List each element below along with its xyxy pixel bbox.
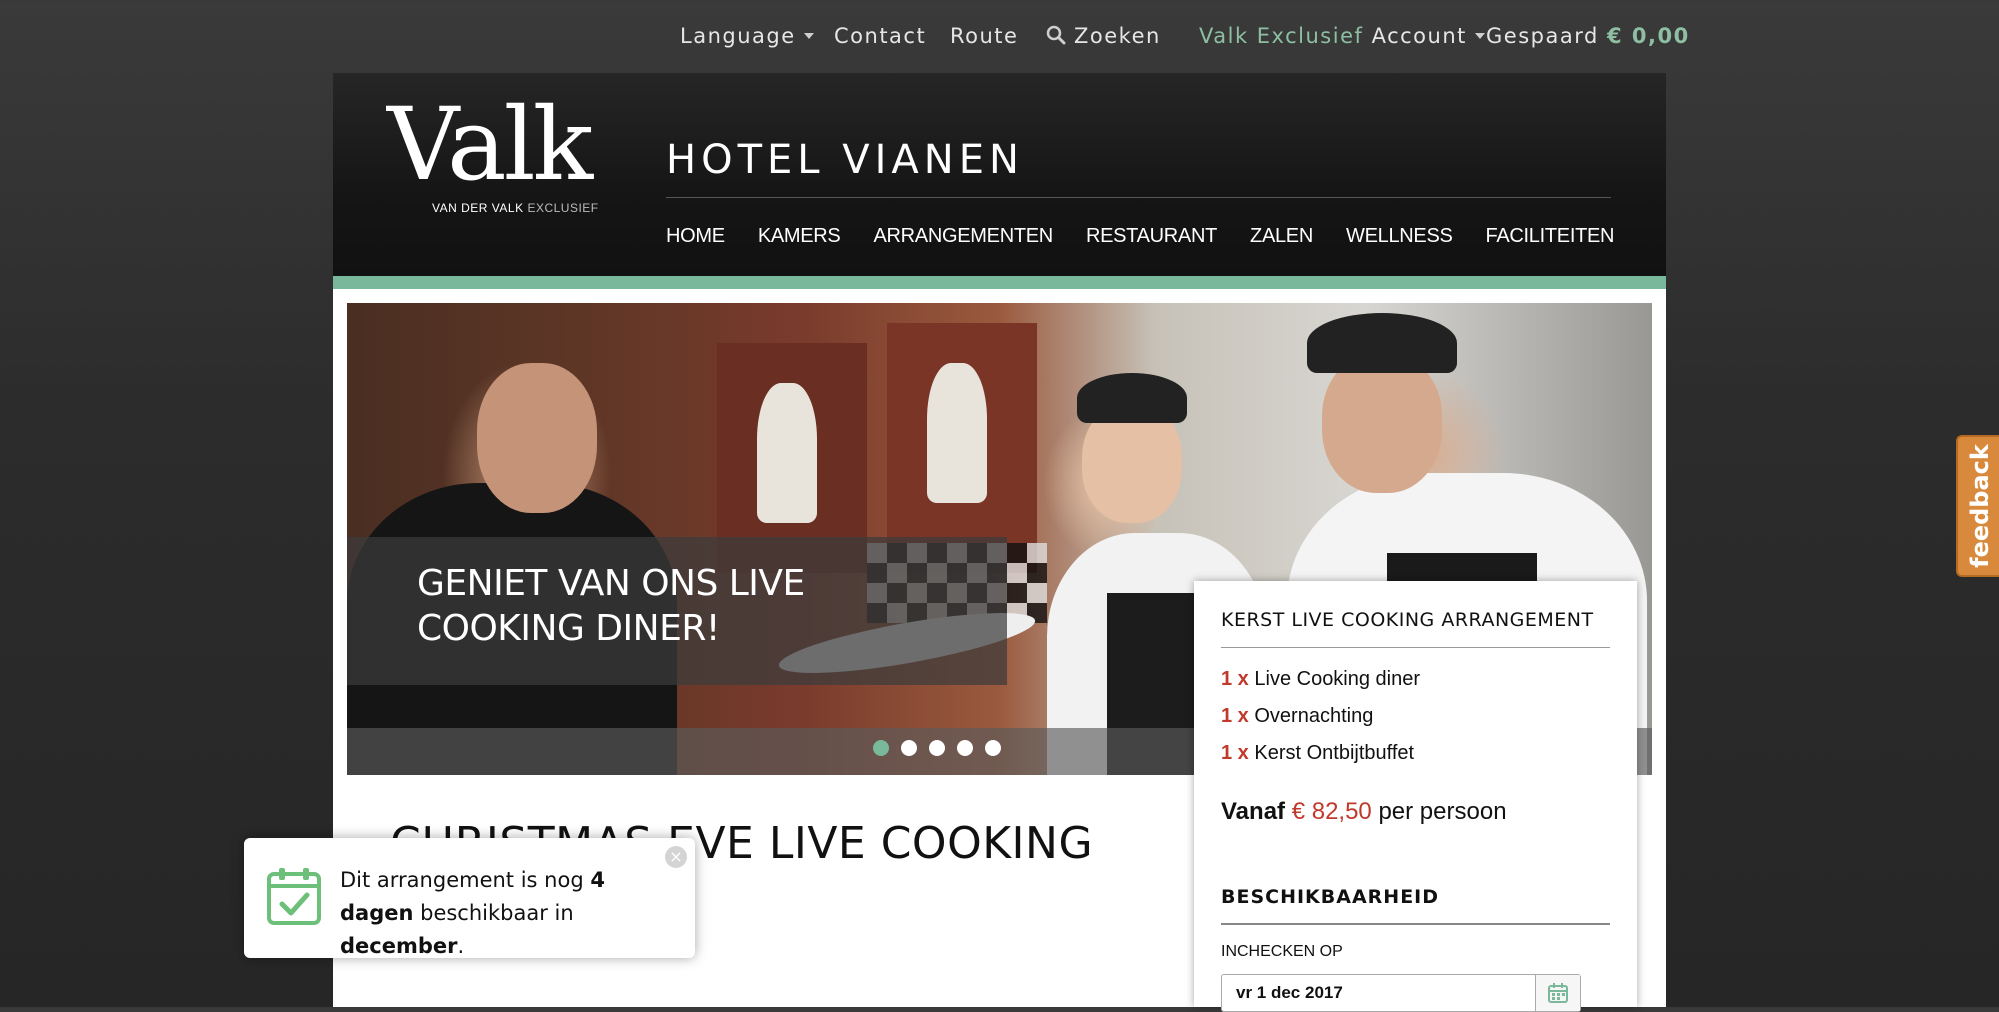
package-price: Vanaf € 82,50 per persoon: [1221, 798, 1507, 826]
hero-caption-line1: GENIET VAN ONS LIVE: [417, 563, 805, 604]
calendar-button[interactable]: [1535, 975, 1580, 1011]
slider-dot-1[interactable]: [873, 740, 889, 756]
chef-hat: [1307, 313, 1457, 373]
price-amount: € 82,50: [1291, 798, 1372, 825]
price-suffix: per persoon: [1378, 798, 1507, 825]
wall-painting: [887, 323, 1037, 573]
toast-text-part: beschikbaar in: [413, 901, 574, 925]
slider-dot-3[interactable]: [929, 740, 945, 756]
slider-dot-5[interactable]: [985, 740, 1001, 756]
item-name: Kerst Ontbijtbuffet: [1254, 742, 1415, 764]
logo-sub-exclusief: EXCLUSIEF: [527, 201, 599, 215]
package-item: 1 x Live Cooking diner: [1221, 668, 1420, 691]
saved-amount[interactable]: Gespaard € 0,00: [1486, 24, 1690, 48]
top-bar: Language Contact Route Zoeken Valk Exclu…: [0, 0, 1999, 72]
slider-dots: [873, 740, 1001, 756]
package-card: KERST LIVE COOKING ARRANGEMENT 1 x Live …: [1194, 581, 1637, 1012]
nav-restaurant[interactable]: RESTAURANT: [1086, 225, 1217, 248]
language-label: Language: [680, 24, 796, 48]
route-link[interactable]: Route: [950, 24, 1018, 48]
nav-kamers[interactable]: KAMERS: [758, 225, 841, 248]
main-navigation: HOME KAMERS ARRANGEMENTEN RESTAURANT ZAL…: [666, 225, 1647, 248]
nav-home[interactable]: HOME: [666, 225, 725, 248]
account-menu[interactable]: Valk Exclusief Account: [1199, 24, 1485, 48]
availability-title: BESCHIKBAARHEID: [1221, 886, 1440, 908]
calendar-icon: [1548, 983, 1568, 1003]
hero-caption: GENIET VAN ONS LIVE COOKING DINER!: [347, 537, 1007, 685]
toast-message: Dit arrangement is nog 4 dagen beschikba…: [340, 864, 680, 963]
toast-text-part: Dit arrangement is nog: [340, 868, 591, 892]
item-qty: 1 x: [1221, 668, 1249, 690]
package-item: 1 x Overnachting: [1221, 705, 1373, 728]
nav-zalen[interactable]: ZALEN: [1250, 225, 1313, 248]
chef-face: [1322, 353, 1442, 493]
chevron-down-icon: [803, 32, 814, 39]
package-item: 1 x Kerst Ontbijtbuffet: [1221, 742, 1414, 765]
feedback-tab[interactable]: feedback: [1956, 435, 1999, 577]
account-label: Account: [1371, 24, 1467, 48]
nav-arrangementen[interactable]: ARRANGEMENTEN: [873, 225, 1053, 248]
toast-text-part: .: [457, 934, 465, 958]
card-divider: [1221, 647, 1610, 648]
slider-dot-4[interactable]: [957, 740, 973, 756]
valk-exclusief-label: Valk Exclusief: [1199, 24, 1364, 48]
item-qty: 1 x: [1221, 705, 1249, 727]
price-prefix: Vanaf: [1221, 798, 1286, 825]
hero-caption-line2: COOKING DINER!: [417, 608, 720, 649]
item-qty: 1 x: [1221, 742, 1249, 764]
availability-divider: [1221, 923, 1610, 925]
contact-link[interactable]: Contact: [834, 24, 926, 48]
valk-logo[interactable]: Valk: [387, 95, 593, 195]
toast-month: december: [340, 934, 458, 958]
checkin-date-input[interactable]: [1236, 983, 1516, 1003]
hotel-name: HOTEL VIANEN: [666, 137, 1024, 183]
checkin-label: INCHECKEN OP: [1221, 943, 1343, 960]
logo-sub-text: VAN DER VALK: [432, 201, 524, 215]
feedback-label: feedback: [1965, 444, 1994, 568]
chef-hat: [1077, 373, 1187, 423]
site-header: Valk VAN DER VALK EXCLUSIEF HOTEL VIANEN…: [333, 73, 1666, 276]
search-link[interactable]: Zoeken: [1046, 24, 1161, 48]
nav-faciliteiten[interactable]: FACILITEITEN: [1486, 225, 1615, 248]
search-icon: [1046, 25, 1066, 45]
item-name: Live Cooking diner: [1254, 668, 1421, 690]
header-divider: [666, 197, 1611, 198]
logo-subtitle: VAN DER VALK EXCLUSIEF: [432, 201, 599, 215]
language-menu[interactable]: Language: [680, 24, 814, 48]
nav-wellness[interactable]: WELLNESS: [1346, 225, 1453, 248]
saved-label: Gespaard: [1486, 24, 1599, 48]
slider-dot-2[interactable]: [901, 740, 917, 756]
package-title: KERST LIVE COOKING ARRANGEMENT: [1221, 609, 1594, 631]
checkin-date-field[interactable]: [1221, 974, 1581, 1012]
accent-strip: [333, 276, 1666, 289]
search-label: Zoeken: [1074, 24, 1161, 48]
chevron-down-icon: [1474, 32, 1485, 39]
item-name: Overnachting: [1254, 705, 1374, 727]
availability-toast: × Dit arrangement is nog 4 dagen beschik…: [244, 838, 695, 958]
hero-caption-text: GENIET VAN ONS LIVE COOKING DINER!: [417, 561, 977, 651]
guest-face: [477, 363, 597, 513]
calendar-check-icon: [267, 868, 321, 925]
saved-value: € 0,00: [1606, 24, 1690, 48]
